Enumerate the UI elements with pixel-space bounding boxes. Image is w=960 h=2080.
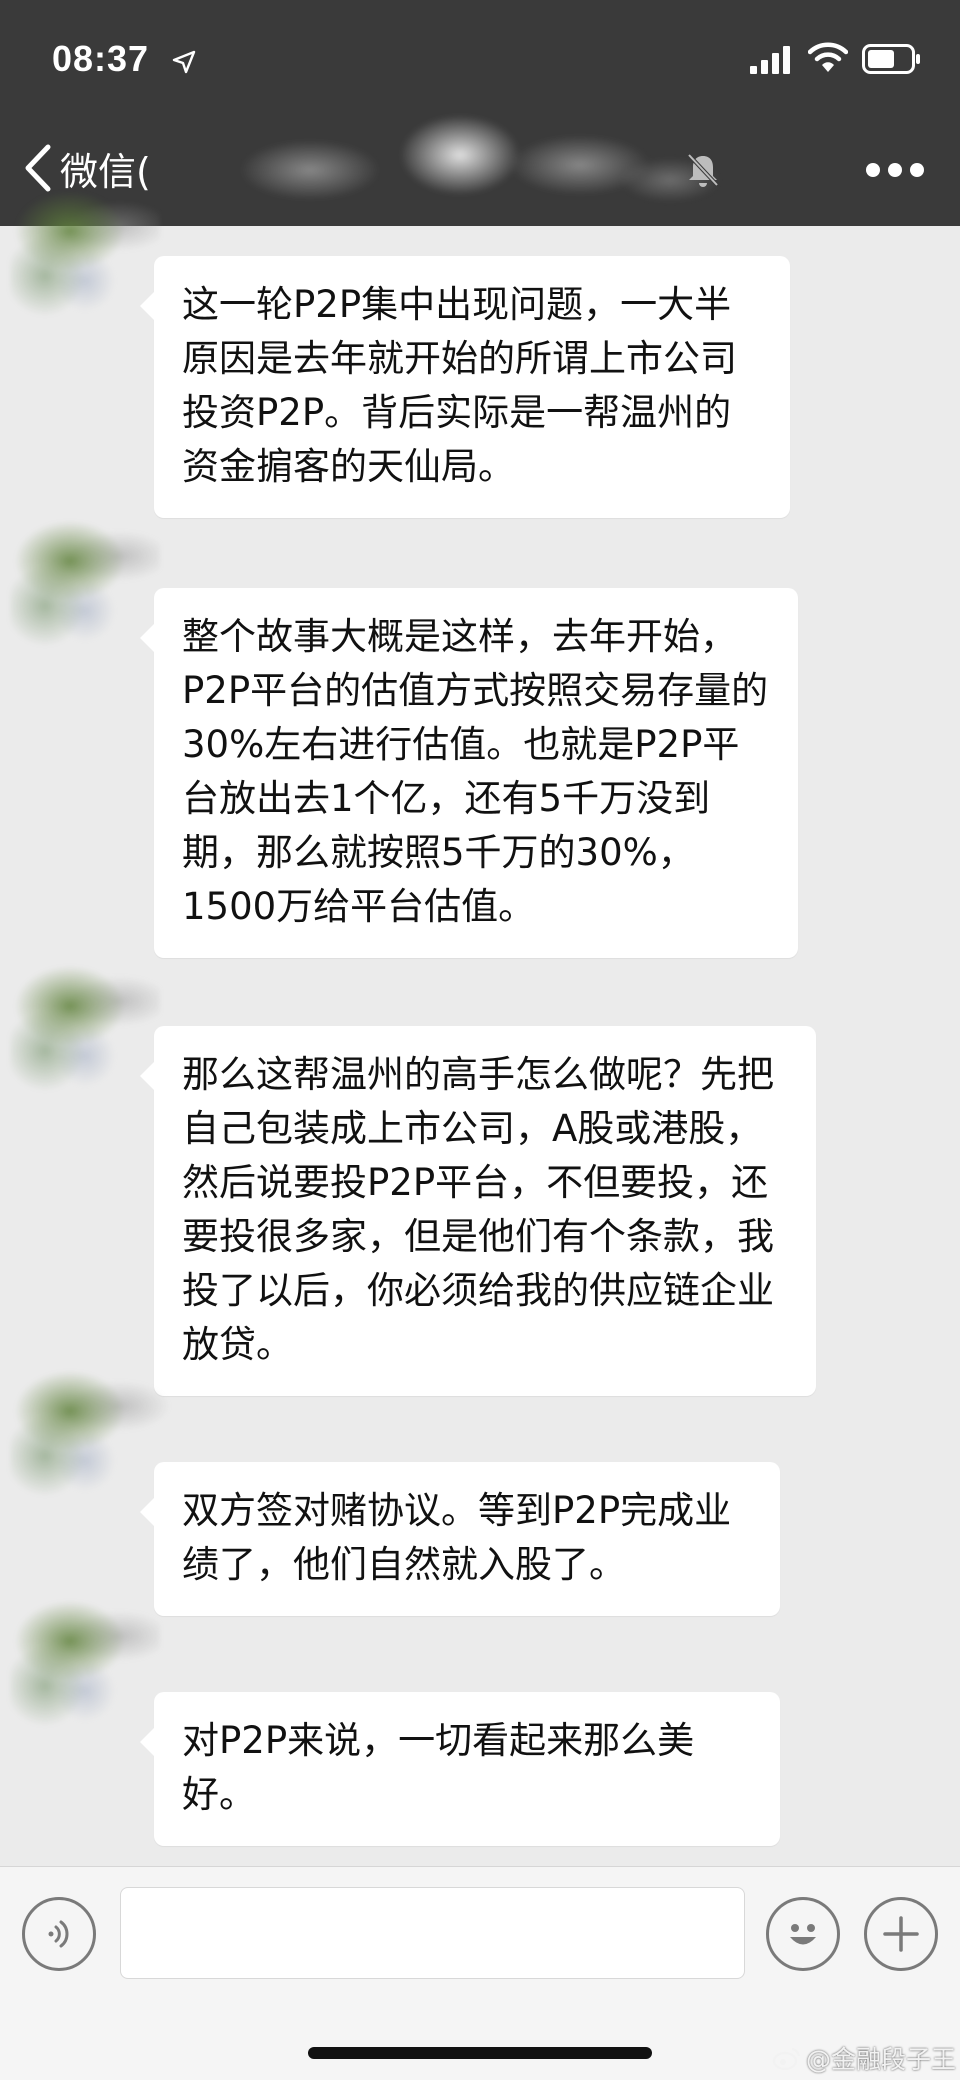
avatar[interactable] [10, 1366, 170, 1506]
chat-area[interactable]: 这一轮P2P集中出现问题，一大半原因是去年就开始的所谓上市公司投资P2P。背后实… [0, 186, 960, 1866]
battery-icon [862, 44, 920, 74]
cellular-signal-icon [750, 46, 790, 74]
voice-icon [48, 1920, 69, 1948]
avatar[interactable] [10, 186, 160, 326]
weibo-logo-icon [772, 2047, 801, 2071]
home-indicator [308, 2047, 652, 2059]
emoji-button[interactable] [766, 1897, 840, 1971]
dot [866, 163, 880, 177]
avatar[interactable] [10, 1596, 160, 1756]
avatar[interactable] [10, 516, 160, 656]
plus-button[interactable] [864, 1897, 938, 1971]
dot [910, 163, 924, 177]
chat-title-redacted [200, 115, 720, 210]
watermark-text: @金融段子王 [806, 2045, 957, 2074]
message-bubble[interactable]: 双方签对赌协议。等到P2P完成业绩了，他们自然就入股了。 [140, 1462, 780, 1616]
location-arrow-icon [172, 50, 196, 74]
message-bubble[interactable]: 这一轮P2P集中出现问题，一大半原因是去年就开始的所谓上市公司投资P2P。背后实… [140, 256, 790, 518]
avatar[interactable] [10, 961, 160, 1101]
message-bubble[interactable]: 对P2P来说，一切看起来那么美好。 [140, 1692, 780, 1846]
dot [888, 163, 902, 177]
message-bubble[interactable]: 整个故事大概是这样，去年开始，P2P平台的估值方式按照交易存量的30%左右进行估… [140, 588, 798, 958]
watermark: @金融段子王 [772, 2040, 956, 2076]
status-time: 08:37 [52, 38, 150, 79]
message-input[interactable] [120, 1887, 745, 1979]
emoji-icon [790, 1924, 816, 1945]
voice-button[interactable] [22, 1897, 96, 1971]
wifi-icon [808, 42, 848, 72]
message-bubble[interactable]: 那么这帮温州的高手怎么做呢？先把自己包装成上市公司，A股或港股，然后说要投P2P… [140, 1026, 816, 1396]
more-dots-icon[interactable] [866, 155, 926, 185]
mute-bell-icon [686, 152, 720, 188]
plus-icon [883, 1916, 919, 1952]
